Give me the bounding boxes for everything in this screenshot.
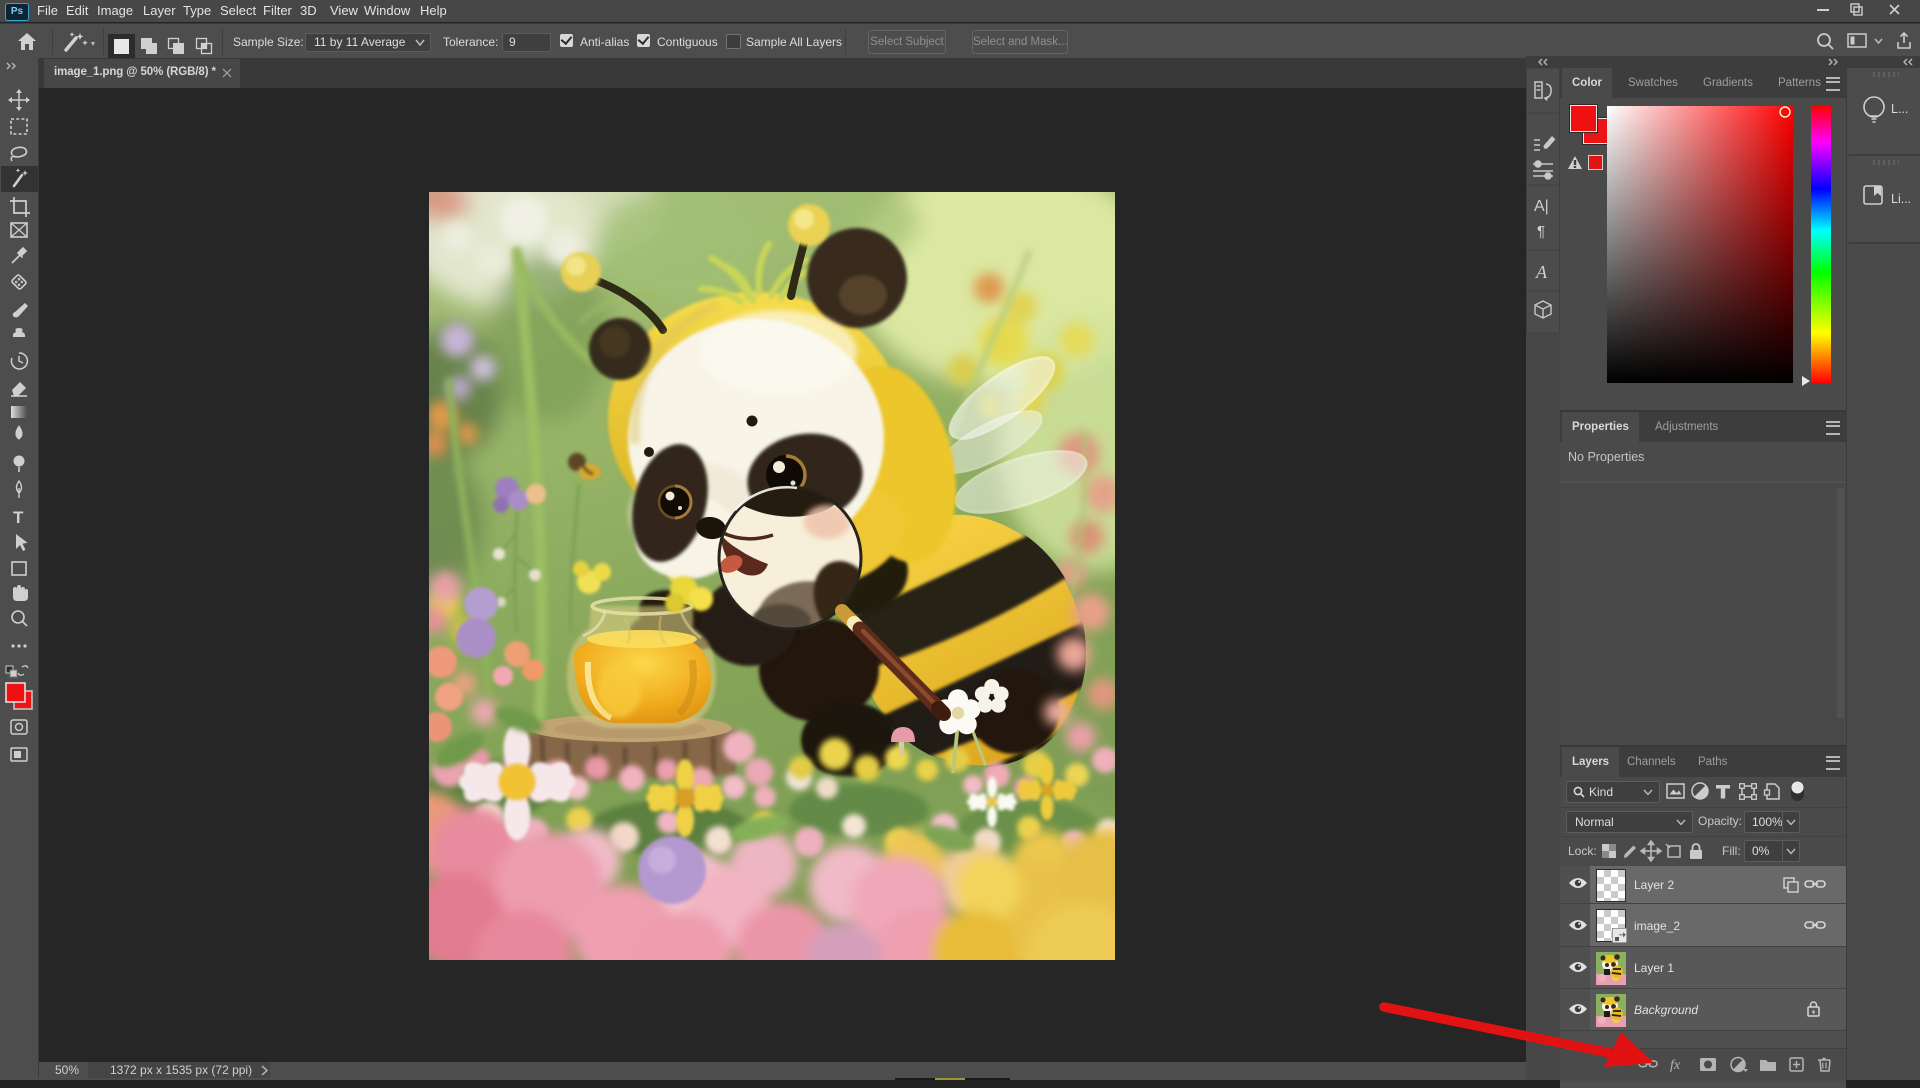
svg-text:A: A bbox=[1535, 262, 1548, 282]
svg-text:T: T bbox=[13, 508, 24, 527]
svg-text:A|: A| bbox=[1534, 198, 1549, 215]
svg-text:fx: fx bbox=[1670, 1058, 1681, 1073]
svg-text:¶: ¶ bbox=[1537, 223, 1545, 240]
